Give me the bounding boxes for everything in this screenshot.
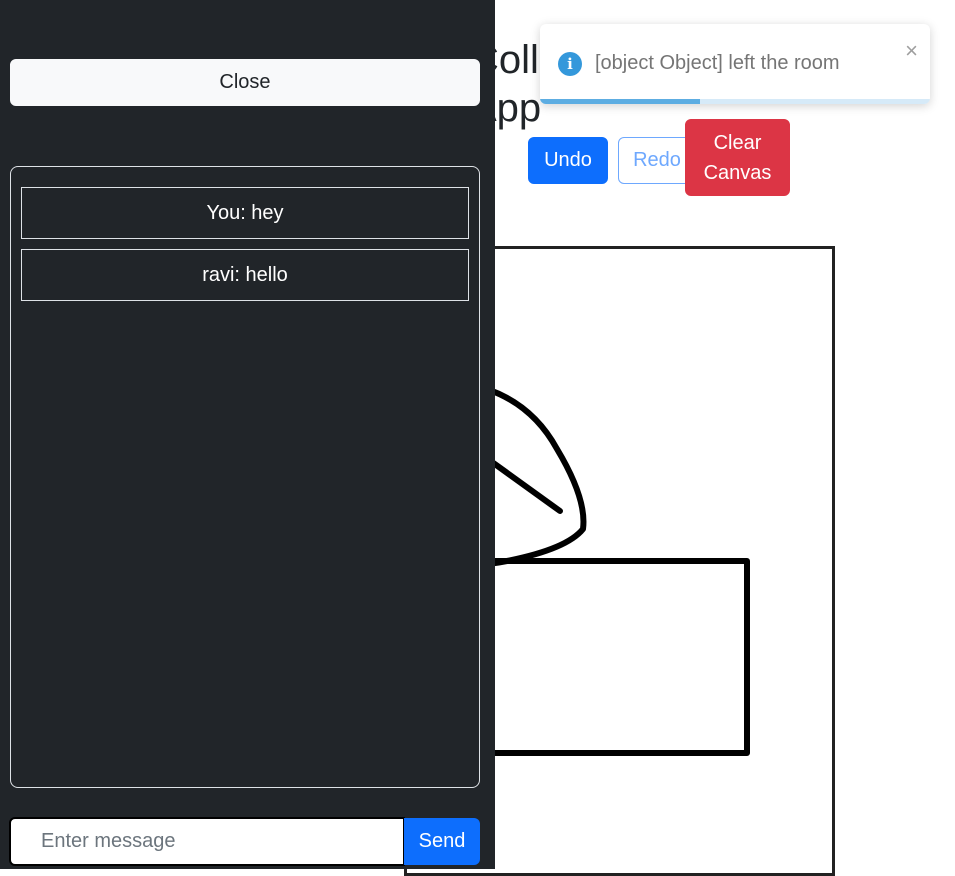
chat-panel: Close You: hey ravi: hello Send [0, 0, 495, 869]
toast-notification: i [object Object] left the room × [540, 24, 930, 104]
toast-progress-track [540, 99, 930, 104]
clear-canvas-button[interactable]: Clear Canvas [685, 119, 790, 196]
toast-progress-bar [540, 99, 700, 104]
send-button[interactable]: Send [404, 818, 480, 865]
chat-message: You: hey [21, 187, 469, 239]
undo-button[interactable]: Undo [528, 137, 608, 184]
chat-message: ravi: hello [21, 249, 469, 301]
message-input[interactable] [9, 817, 405, 866]
toast-message: [object Object] left the room [595, 52, 840, 74]
info-icon: i [558, 52, 582, 76]
messages-box: You: hey ravi: hello [10, 166, 480, 788]
close-icon[interactable]: × [905, 38, 918, 64]
close-chat-button[interactable]: Close [10, 59, 480, 106]
